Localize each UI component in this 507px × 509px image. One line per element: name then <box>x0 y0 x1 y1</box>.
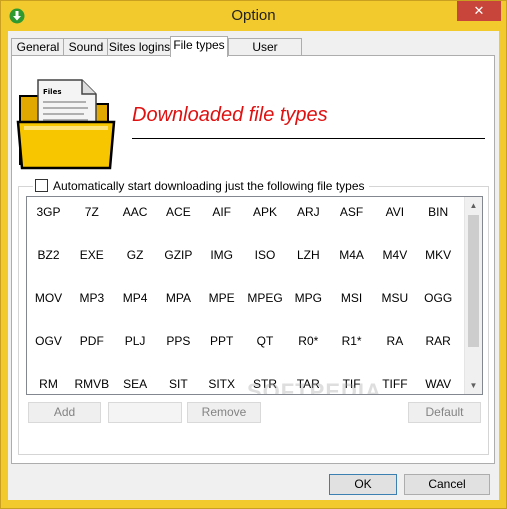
file-types-list[interactable]: 3GP 7Z AAC ACE AIF APK ARJ ASF AVI BIN BZ2 EXE GZ GZI… <box>26 196 483 395</box>
file-type-item[interactable]: MSU <box>373 291 416 305</box>
tab-file-types[interactable]: File types <box>170 36 228 57</box>
file-type-item[interactable]: LZH <box>287 248 330 262</box>
auto-download-label: Automatically start downloading just the… <box>53 179 365 193</box>
file-type-item[interactable]: GZ <box>114 248 157 262</box>
folder-files-icon: Files <box>16 79 116 170</box>
file-type-item[interactable]: PLJ <box>114 334 157 348</box>
file-type-item[interactable]: RA <box>373 334 416 348</box>
file-type-input[interactable] <box>108 402 182 423</box>
file-type-item[interactable]: IMG <box>200 248 243 262</box>
file-type-item[interactable]: RM <box>27 377 70 391</box>
title-bar[interactable]: Option ✕ <box>1 1 506 31</box>
file-type-item[interactable]: MKV <box>417 248 460 262</box>
file-type-item[interactable]: R1* <box>330 334 373 348</box>
file-type-item[interactable]: QT <box>244 334 287 348</box>
file-types-panel: Files Downloaded file types Automaticall… <box>11 55 495 464</box>
file-type-item[interactable]: MOV <box>27 291 70 305</box>
file-type-item[interactable]: ASF <box>330 205 373 219</box>
file-type-item[interactable]: AAC <box>114 205 157 219</box>
file-type-item[interactable]: MP4 <box>114 291 157 305</box>
file-type-item[interactable]: AVI <box>373 205 416 219</box>
file-type-item[interactable]: MPEG <box>244 291 287 305</box>
file-type-item[interactable]: M4V <box>373 248 416 262</box>
file-type-item[interactable]: SEA <box>114 377 157 391</box>
file-type-item[interactable]: MPE <box>200 291 243 305</box>
auto-download-option[interactable]: Automatically start downloading just the… <box>33 179 369 193</box>
cancel-button[interactable]: Cancel <box>404 474 490 495</box>
folder-icon-label: Files <box>43 88 62 96</box>
file-type-item[interactable]: OGV <box>27 334 70 348</box>
file-type-item[interactable]: MPA <box>157 291 200 305</box>
window-title: Option <box>231 7 276 24</box>
file-type-item[interactable]: RAR <box>417 334 460 348</box>
file-type-item[interactable]: PPT <box>200 334 243 348</box>
file-type-item[interactable]: MPG <box>287 291 330 305</box>
close-button[interactable]: ✕ <box>457 1 501 21</box>
auto-download-checkbox[interactable] <box>35 179 48 192</box>
file-type-item[interactable]: M4A <box>330 248 373 262</box>
file-type-item[interactable]: MP3 <box>70 291 113 305</box>
file-type-item[interactable]: BIN <box>417 205 460 219</box>
file-type-item[interactable]: EXE <box>70 248 113 262</box>
file-type-item[interactable]: RMVB <box>70 377 113 391</box>
scroll-down-arrow-icon[interactable]: ▼ <box>465 377 482 394</box>
file-type-item[interactable]: ARJ <box>287 205 330 219</box>
file-type-item[interactable]: BZ2 <box>27 248 70 262</box>
file-type-item[interactable]: ACE <box>157 205 200 219</box>
file-type-item[interactable]: SIT <box>157 377 200 391</box>
watermark: SOFTPEDIA <box>247 379 382 395</box>
vertical-scrollbar[interactable]: ▲ ▼ <box>464 197 482 394</box>
file-type-item[interactable]: AIF <box>200 205 243 219</box>
default-button[interactable]: Default <box>408 402 481 423</box>
file-type-item[interactable]: OGG <box>417 291 460 305</box>
dialog-client-area: General Sound Sites logins File types Us… <box>8 31 499 500</box>
scroll-thumb[interactable] <box>468 215 479 347</box>
file-type-item[interactable]: MSI <box>330 291 373 305</box>
file-type-item[interactable]: GZIP <box>157 248 200 262</box>
scroll-up-arrow-icon[interactable]: ▲ <box>465 197 482 214</box>
file-type-item[interactable]: 7Z <box>70 205 113 219</box>
ok-button[interactable]: OK <box>329 474 397 495</box>
page-title: Downloaded file types <box>132 104 328 126</box>
remove-button[interactable]: Remove <box>187 402 261 423</box>
option-window: Option ✕ General Sound Sites logins File… <box>0 0 507 509</box>
file-type-item[interactable]: PPS <box>157 334 200 348</box>
file-type-item[interactable]: 3GP <box>27 205 70 219</box>
file-type-item[interactable]: ISO <box>244 248 287 262</box>
file-type-item[interactable]: R0* <box>287 334 330 348</box>
file-type-item[interactable]: PDF <box>70 334 113 348</box>
header-divider <box>132 138 485 139</box>
add-button[interactable]: Add <box>28 402 101 423</box>
file-type-item[interactable]: WAV <box>417 377 460 391</box>
file-type-item[interactable]: APK <box>244 205 287 219</box>
file-type-item[interactable]: SITX <box>200 377 243 391</box>
